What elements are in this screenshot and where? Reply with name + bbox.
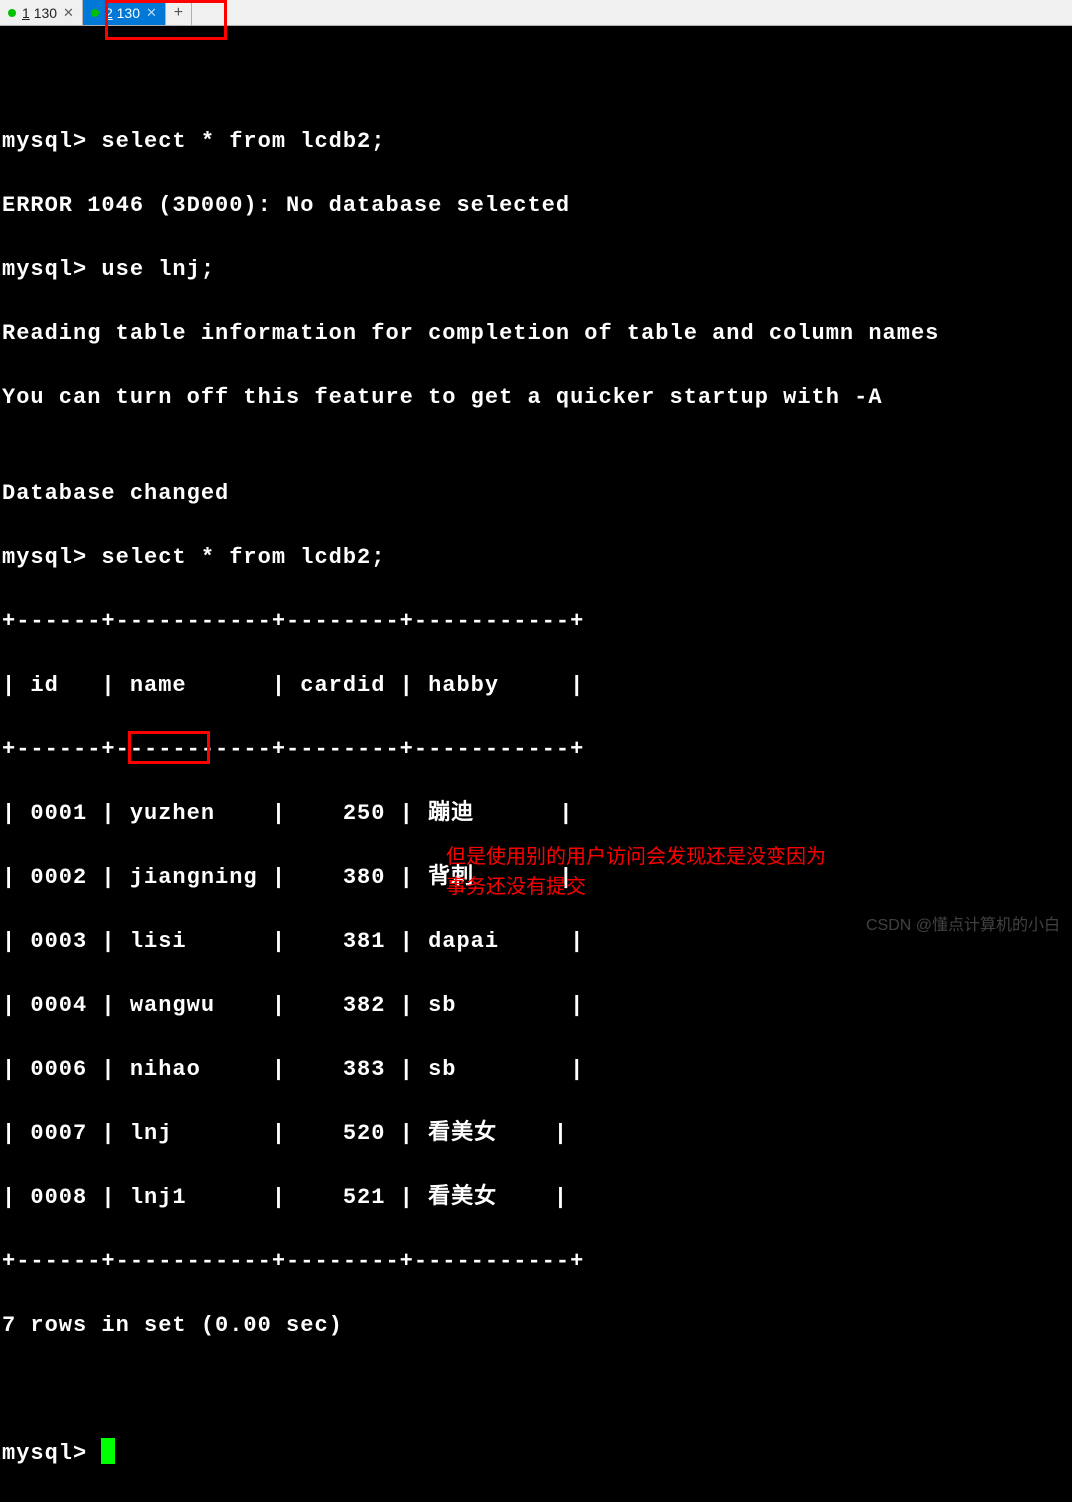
table-header: | id | name | cardid | habby | — [2, 670, 1072, 702]
tab-1[interactable]: 1 130 ✕ — [0, 0, 83, 25]
table-separator: +------+-----------+--------+-----------… — [2, 606, 1072, 638]
table-separator: +------+-----------+--------+-----------… — [2, 734, 1072, 766]
prompt-text: mysql> — [2, 1441, 101, 1466]
tab-status-dot-icon — [91, 9, 99, 17]
table-separator: +------+-----------+--------+-----------… — [2, 1246, 1072, 1278]
terminal-line: mysql> select * from lcdb2; — [2, 126, 1072, 158]
close-icon[interactable]: ✕ — [63, 5, 74, 21]
table-row: | 0001 | yuzhen | 250 | 蹦迪 | — [2, 798, 1072, 830]
close-icon[interactable]: ✕ — [146, 5, 157, 21]
terminal-line: ERROR 1046 (3D000): No database selected — [2, 190, 1072, 222]
tab-label: 2 130 — [105, 5, 140, 21]
annotation-line: 事务还没有提交 — [446, 872, 826, 902]
annotation-text: 但是使用别的用户访问会发现还是没变因为 事务还没有提交 — [446, 842, 826, 902]
prompt-line: mysql> — [2, 1438, 1072, 1470]
terminal-line: Reading table information for completion… — [2, 318, 1072, 350]
tab-2[interactable]: 2 130 ✕ — [83, 0, 166, 25]
cursor-icon — [101, 1438, 115, 1464]
terminal-line: mysql> use lnj; — [2, 254, 1072, 286]
table-row: | 0008 | lnj1 | 521 | 看美女 | — [2, 1182, 1072, 1214]
annotation-line: 但是使用别的用户访问会发现还是没变因为 — [446, 842, 826, 872]
result-summary: 7 rows in set (0.00 sec) — [2, 1310, 1072, 1342]
tab-status-dot-icon — [8, 9, 16, 17]
terminal-output[interactable]: mysql> select * from lcdb2; ERROR 1046 (… — [0, 26, 1072, 1502]
terminal-line: You can turn off this feature to get a q… — [2, 382, 1072, 414]
terminal-line — [2, 1374, 1072, 1406]
table-row: | 0007 | lnj | 520 | 看美女 | — [2, 1118, 1072, 1150]
new-tab-button[interactable]: + — [166, 0, 192, 25]
tab-bar: 1 130 ✕ 2 130 ✕ + — [0, 0, 1072, 26]
terminal-line: Database changed — [2, 478, 1072, 510]
table-row: | 0006 | nihao | 383 | sb | — [2, 1054, 1072, 1086]
tab-label: 1 130 — [22, 5, 57, 21]
terminal-line: mysql> select * from lcdb2; — [2, 542, 1072, 574]
table-row: | 0004 | wangwu | 382 | sb | — [2, 990, 1072, 1022]
watermark: CSDN @懂点计算机的小白 — [866, 911, 1060, 935]
